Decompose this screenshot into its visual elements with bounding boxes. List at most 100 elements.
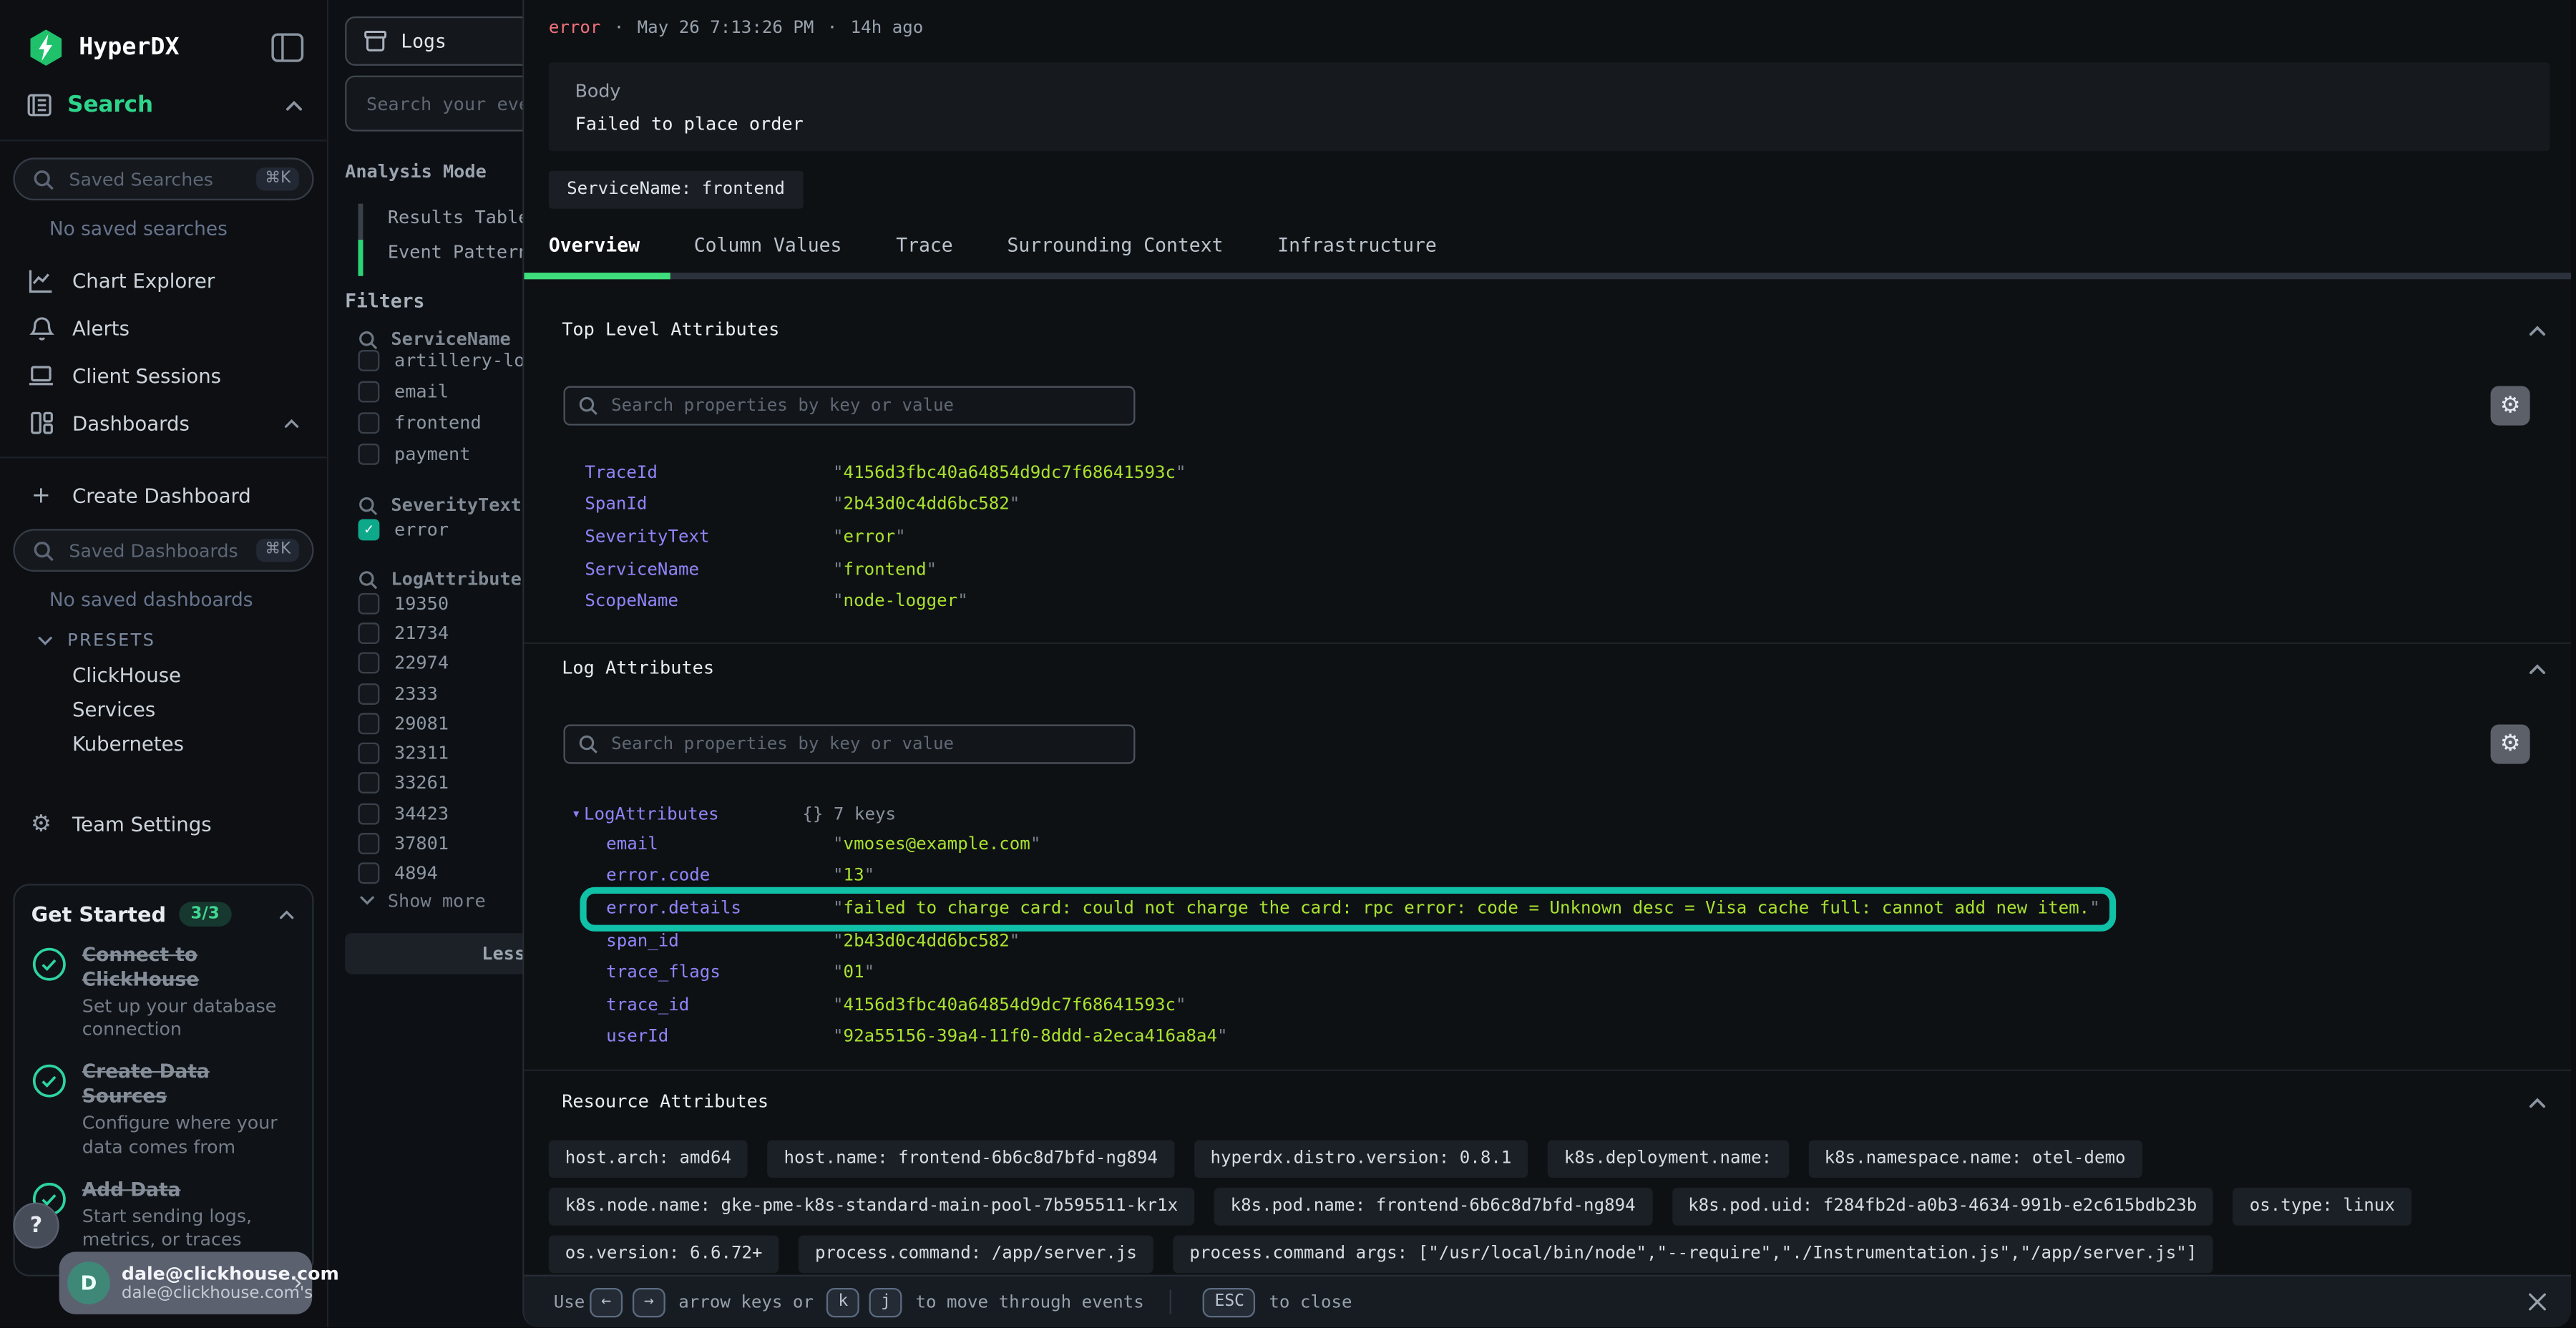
- checkbox[interactable]: [358, 683, 380, 704]
- checkbox[interactable]: [358, 653, 380, 674]
- top-level-settings-button[interactable]: ⚙: [2491, 386, 2530, 426]
- user-menu[interactable]: D dale@clickhouse.com dale@clickhouse.co…: [59, 1251, 313, 1314]
- checkbox[interactable]: [358, 622, 380, 644]
- sidebar-item-search[interactable]: Search: [0, 69, 327, 141]
- checkbox[interactable]: [358, 863, 380, 884]
- checkbox[interactable]: [358, 773, 380, 794]
- filter-option[interactable]: 33261: [358, 768, 449, 799]
- tab-surrounding-context[interactable]: Surrounding Context: [1007, 233, 1223, 256]
- attribute-key[interactable]: userId: [606, 1027, 833, 1048]
- attribute-key[interactable]: TraceId: [585, 463, 833, 483]
- sidebar-item-chart-explorer[interactable]: Chart Explorer: [13, 256, 313, 304]
- tab-trace[interactable]: Trace: [896, 233, 952, 256]
- log-attributes-search[interactable]: [563, 724, 1135, 763]
- preset-kubernetes[interactable]: Kubernetes: [72, 726, 313, 761]
- attribute-key[interactable]: ScopeName: [585, 592, 833, 612]
- attribute-row: span_id"2b43d0c4dd6bc582": [606, 924, 2100, 957]
- resource-chip[interactable]: os.type: linux: [2233, 1188, 2411, 1226]
- attribute-key[interactable]: ServiceName: [585, 560, 833, 580]
- resource-chip[interactable]: k8s.pod.name: frontend-6b6c8d7bfd-ng894: [1214, 1188, 1652, 1226]
- resource-chip[interactable]: hyperdx.distro.version: 0.8.1: [1194, 1140, 1528, 1178]
- filter-option[interactable]: 2333: [358, 678, 449, 708]
- attribute-key[interactable]: error.code: [606, 866, 833, 887]
- checkbox[interactable]: [358, 444, 380, 465]
- checkbox[interactable]: [358, 592, 380, 614]
- chevron-up-icon[interactable]: [284, 98, 304, 111]
- tab-infrastructure[interactable]: Infrastructure: [1277, 233, 1437, 256]
- tab-column-values[interactable]: Column Values: [694, 233, 842, 256]
- attribute-key[interactable]: span_id: [606, 931, 833, 951]
- filter-group-logattributes[interactable]: LogAttributes: [358, 568, 533, 590]
- resource-chip[interactable]: k8s.pod.uid: f284fb2d-a0b3-4634-991b-e2c…: [1672, 1188, 2213, 1226]
- sidebar-item-dashboards[interactable]: Dashboards: [13, 399, 313, 447]
- saved-searches-input[interactable]: ⌘K: [13, 157, 313, 200]
- checkbox[interactable]: [358, 743, 380, 764]
- saved-searches-field[interactable]: [66, 167, 257, 191]
- show-more-toggle[interactable]: Show more: [358, 890, 486, 912]
- sidebar-item-team-settings[interactable]: ⚙ Team Settings: [13, 800, 313, 848]
- step-desc: Set up your database connection: [82, 995, 296, 1043]
- log-attributes-search-field[interactable]: [608, 733, 1120, 756]
- preset-services[interactable]: Services: [72, 692, 313, 726]
- filter-option[interactable]: 19350: [358, 588, 449, 618]
- checkbox[interactable]: [358, 833, 380, 854]
- help-button[interactable]: ?: [13, 1203, 59, 1249]
- resource-chip[interactable]: k8s.node.name: gke-pme-k8s-standard-main…: [549, 1188, 1194, 1226]
- tree-root-key[interactable]: LogAttributes: [584, 805, 802, 825]
- presets-toggle[interactable]: PRESETS: [36, 631, 314, 651]
- service-name-chip[interactable]: ServiceName: frontend: [549, 171, 803, 209]
- get-started-step-sources[interactable]: Create Data Sources Configure where your…: [31, 1060, 296, 1160]
- attribute-key[interactable]: error.details: [606, 899, 833, 919]
- tab-overview[interactable]: Overview: [549, 233, 640, 256]
- resource-chip[interactable]: host.arch: amd64: [549, 1140, 748, 1178]
- resource-chip[interactable]: process.command: /app/server.js: [799, 1236, 1153, 1274]
- attribute-key[interactable]: SpanId: [585, 495, 833, 515]
- resource-chip[interactable]: k8s.deployment.name:: [1548, 1140, 1788, 1178]
- chevron-up-icon[interactable]: [2527, 1095, 2548, 1108]
- get-started-step-add-data[interactable]: Add Data Start sending logs, metrics, or…: [31, 1178, 296, 1253]
- filter-group-severitytext[interactable]: SeverityText: [358, 494, 522, 516]
- sidebar-item-alerts[interactable]: Alerts: [13, 304, 313, 352]
- resource-chip[interactable]: host.name: frontend-6b6c8d7bfd-ng894: [768, 1140, 1174, 1178]
- filter-option[interactable]: 21734: [358, 618, 449, 648]
- filter-option[interactable]: 32311: [358, 738, 449, 768]
- preset-clickhouse[interactable]: ClickHouse: [72, 657, 313, 691]
- checkbox[interactable]: [358, 350, 380, 371]
- team-settings-label: Team Settings: [72, 812, 301, 835]
- caret-down-icon[interactable]: ▾: [572, 806, 580, 823]
- attribute-key[interactable]: trace_flags: [606, 963, 833, 983]
- get-started-header[interactable]: Get Started 3/3: [31, 902, 296, 926]
- create-dashboard-button[interactable]: + Create Dashboard: [13, 472, 313, 519]
- checkbox[interactable]: [358, 412, 380, 434]
- filter-option[interactable]: 22974: [358, 648, 449, 678]
- chevron-up-icon[interactable]: [283, 417, 301, 429]
- attribute-key[interactable]: email: [606, 834, 833, 854]
- close-button[interactable]: [2527, 1292, 2548, 1313]
- saved-dashboards-input[interactable]: ⌘K: [13, 529, 313, 572]
- checkbox[interactable]: [358, 381, 380, 403]
- top-level-search-field[interactable]: [608, 394, 1120, 417]
- filter-option[interactable]: 37801: [358, 829, 449, 859]
- checkbox[interactable]: [358, 803, 380, 824]
- resource-chip[interactable]: process.command args: ["/usr/local/bin/n…: [1173, 1236, 2213, 1274]
- attribute-key[interactable]: trace_id: [606, 995, 833, 1015]
- filter-option[interactable]: 34423: [358, 799, 449, 829]
- resource-chip[interactable]: os.version: 6.6.72+: [549, 1236, 779, 1274]
- get-started-step-connect[interactable]: Connect to ClickHouse Set up your databa…: [31, 943, 296, 1043]
- checkbox[interactable]: [358, 713, 380, 734]
- filter-option[interactable]: 29081: [358, 708, 449, 738]
- mode-event-patterns[interactable]: Event Patterns: [388, 241, 540, 263]
- top-level-search[interactable]: [563, 386, 1135, 426]
- saved-dashboards-field[interactable]: [66, 538, 257, 562]
- chevron-up-icon[interactable]: [2527, 662, 2548, 675]
- filter-option[interactable]: 4894: [358, 859, 449, 889]
- mode-results-table[interactable]: Results Table: [388, 207, 530, 228]
- resource-chip[interactable]: k8s.namespace.name: otel-demo: [1808, 1140, 2142, 1178]
- log-attributes-settings-button[interactable]: ⚙: [2491, 724, 2530, 763]
- chevron-up-icon[interactable]: [2527, 323, 2548, 336]
- sidebar-item-client-sessions[interactable]: Client Sessions: [13, 351, 313, 399]
- filter-option[interactable]: ✓error: [358, 514, 449, 546]
- checkbox-checked[interactable]: ✓: [358, 519, 380, 541]
- sidebar-collapse-icon[interactable]: [271, 33, 304, 62]
- attribute-key[interactable]: SeverityText: [585, 527, 833, 547]
